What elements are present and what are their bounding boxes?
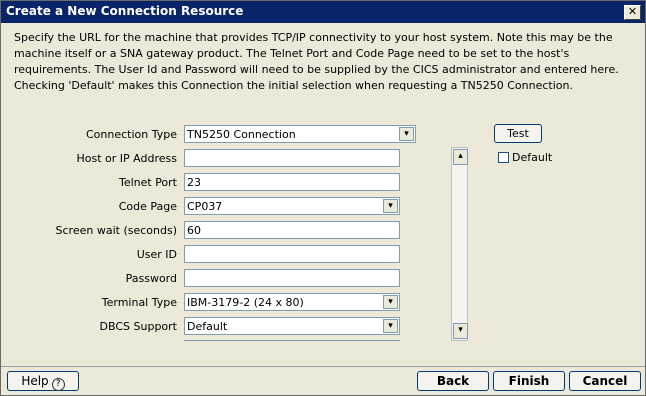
chevron-down-icon[interactable]: ▾ [453,323,468,339]
instructions-text: Specify the URL for the machine that pro… [14,31,619,92]
window-title: Create a New Connection Resource [6,4,244,18]
user-id-input[interactable] [184,245,400,263]
password-input[interactable] [184,269,400,287]
host-input[interactable] [184,149,400,167]
dbcs-support-value: Default [187,320,228,333]
code-page-label: Code Page [118,200,177,213]
default-checkbox-label: Default [512,151,553,164]
host-label: Host or IP Address [76,152,177,165]
code-page-value: CP037 [187,200,223,213]
dbcs-support-label: DBCS Support [99,320,177,333]
close-button[interactable]: ✕ [624,5,641,20]
screen-wait-label: Screen wait (seconds) [55,224,177,237]
back-button[interactable]: Back [417,371,489,391]
next-field-edge [184,340,400,343]
test-button[interactable]: Test [494,124,542,143]
terminal-type-select[interactable]: IBM-3179-2 (24 x 80) ▾ [184,293,400,311]
title-bar: Create a New Connection Resource ✕ [1,1,645,23]
chevron-down-icon[interactable]: ▾ [383,199,398,213]
chevron-down-icon[interactable]: ▾ [383,295,398,309]
help-label: Help [21,374,49,388]
cancel-button[interactable]: Cancel [569,371,641,391]
help-button[interactable]: Help? [7,371,79,391]
form-scrollbar[interactable]: ▴ ▾ [451,147,468,341]
close-icon: ✕ [627,5,638,18]
user-id-label: User ID [136,248,177,261]
finish-button[interactable]: Finish [493,371,565,391]
code-page-select[interactable]: CP037 ▾ [184,197,400,215]
footer-bar: Help? Back Finish Cancel [1,367,645,395]
dbcs-support-select[interactable]: Default ▾ [184,317,400,335]
telnet-port-label: Telnet Port [118,176,177,189]
chevron-down-icon[interactable]: ▾ [383,319,398,333]
screen-wait-input[interactable]: 60 [184,221,400,239]
chevron-up-icon[interactable]: ▴ [453,149,468,165]
default-checkbox[interactable] [498,152,509,163]
telnet-port-input[interactable]: 23 [184,173,400,191]
connection-type-select[interactable]: TN5250 Connection ▾ [184,125,416,143]
connection-type-label: Connection Type [85,128,177,141]
terminal-type-value: IBM-3179-2 (24 x 80) [187,296,304,309]
connection-type-value: TN5250 Connection [187,128,296,141]
help-icon: ? [51,378,65,391]
chevron-down-icon[interactable]: ▾ [399,127,414,141]
terminal-type-label: Terminal Type [101,296,177,309]
dialog-window: Create a New Connection Resource ✕ Speci… [0,0,646,396]
password-label: Password [125,272,177,285]
